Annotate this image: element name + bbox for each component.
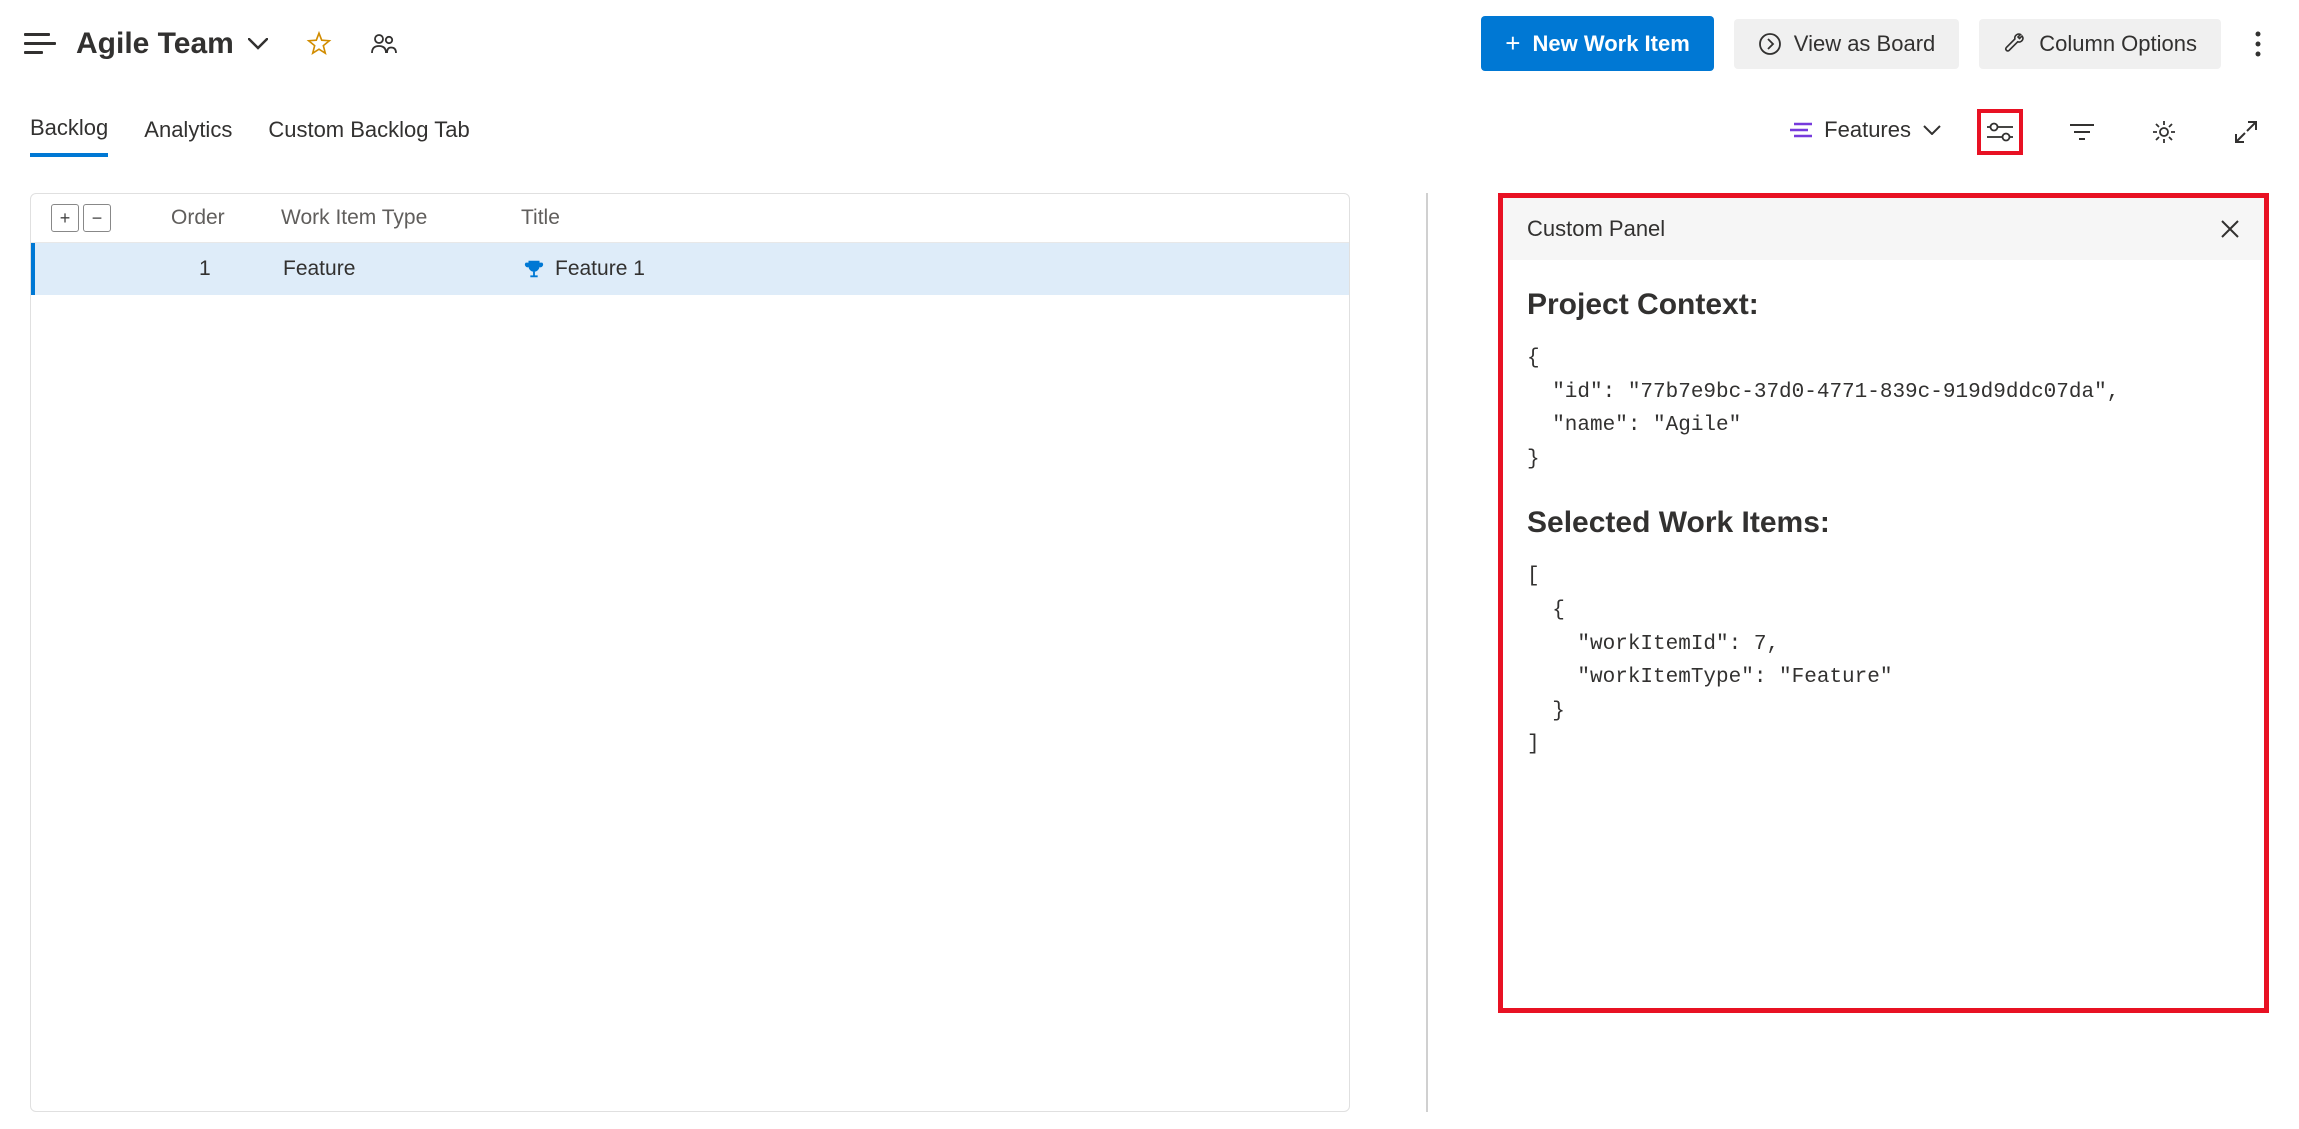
column-options-button[interactable]: Column Options — [1979, 19, 2221, 69]
cell-type: Feature — [283, 257, 523, 281]
panel-title: Custom Panel — [1527, 216, 1665, 242]
view-as-board-button[interactable]: View as Board — [1734, 19, 1959, 69]
new-work-item-button[interactable]: + New Work Item — [1481, 16, 1714, 71]
backlog-level-selector[interactable]: Features — [1790, 117, 1941, 155]
column-options-label: Column Options — [2039, 31, 2197, 57]
filter-icon[interactable] — [2059, 109, 2105, 155]
new-work-item-label: New Work Item — [1532, 31, 1689, 57]
team-name: Agile Team — [76, 27, 234, 61]
gear-icon[interactable] — [2141, 109, 2187, 155]
cell-order: 1 — [173, 257, 283, 281]
wrench-icon — [2003, 32, 2027, 56]
selected-items-heading: Selected Work Items: — [1527, 506, 2240, 540]
table-row[interactable]: 1 Feature Feature 1 — [31, 243, 1349, 295]
trophy-icon — [523, 258, 545, 280]
tab-analytics[interactable]: Analytics — [144, 117, 232, 155]
expand-all-button[interactable]: + — [51, 204, 79, 232]
star-icon[interactable] — [306, 31, 332, 57]
menu-icon[interactable] — [24, 28, 56, 60]
chevron-down-icon — [248, 38, 268, 50]
fullscreen-icon[interactable] — [2223, 109, 2269, 155]
column-header-type[interactable]: Work Item Type — [281, 206, 521, 230]
project-context-heading: Project Context: — [1527, 288, 2240, 322]
backlog-level-label: Features — [1824, 117, 1911, 143]
tab-custom-backlog[interactable]: Custom Backlog Tab — [268, 117, 469, 155]
grid-header-row: + − Order Work Item Type Title — [31, 194, 1349, 243]
plus-icon: + — [1505, 28, 1520, 59]
chevron-down-icon — [1923, 125, 1941, 135]
custom-panel: Custom Panel Project Context: { "id": "7… — [1498, 193, 2269, 1013]
cell-title: Feature 1 — [555, 257, 645, 281]
selected-items-code: [ { "workItemId": 7, "workItemType": "Fe… — [1527, 560, 2240, 762]
view-as-board-label: View as Board — [1794, 31, 1935, 57]
people-icon[interactable] — [370, 33, 398, 55]
arrow-circle-icon — [1758, 32, 1782, 56]
level-icon — [1790, 121, 1812, 139]
more-icon[interactable] — [2241, 21, 2275, 67]
collapse-all-button[interactable]: − — [83, 204, 111, 232]
settings-toggle-button[interactable] — [1977, 109, 2023, 155]
panel-divider[interactable] — [1426, 193, 1428, 1112]
column-header-title[interactable]: Title — [521, 206, 1329, 230]
team-selector[interactable]: Agile Team — [76, 27, 268, 61]
project-context-code: { "id": "77b7e9bc-37d0-4771-839c-919d9dd… — [1527, 342, 2240, 476]
close-icon[interactable] — [2220, 219, 2240, 239]
backlog-grid: + − Order Work Item Type Title 1 Feature… — [30, 193, 1350, 1112]
tab-backlog[interactable]: Backlog — [30, 115, 108, 157]
column-header-order[interactable]: Order — [171, 206, 281, 230]
